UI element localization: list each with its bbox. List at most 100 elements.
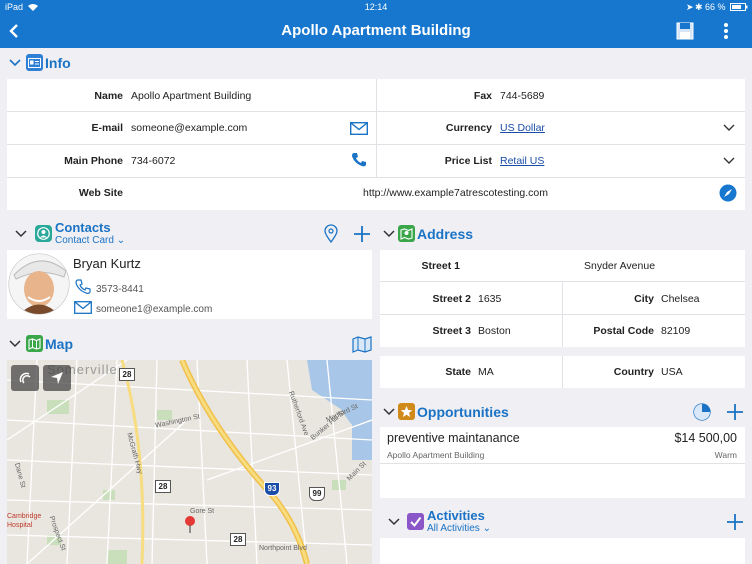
map-section-title: Map (45, 336, 73, 352)
collapse-info-icon[interactable] (8, 56, 22, 70)
compass-icon[interactable] (719, 184, 737, 202)
price-list-dropdown-chevron-icon[interactable] (723, 156, 735, 166)
address-section-title: Address (417, 226, 474, 242)
website-label: Web Site (78, 187, 123, 199)
open-map-icon[interactable] (352, 336, 372, 353)
website-value[interactable]: http://www.example7atrescotesting.com (363, 187, 548, 199)
postal-code-value[interactable]: 82109 (661, 325, 690, 337)
price-list-label: Price List (444, 155, 492, 167)
save-icon[interactable] (676, 22, 694, 40)
city-value[interactable]: Chelsea (661, 293, 700, 305)
collapse-address-icon[interactable] (382, 227, 396, 241)
avatar (8, 253, 70, 315)
street2-value[interactable]: 1635 (478, 293, 501, 305)
opportunities-section-title: Opportunities (417, 404, 509, 420)
state-value[interactable]: MA (478, 366, 494, 378)
email-value[interactable]: someone@example.com (131, 122, 247, 134)
add-contact-icon[interactable] (353, 225, 371, 243)
interstate-shield-93: 93 (264, 482, 280, 496)
list-item[interactable]: preventive maintanance $14 500,00 Apollo… (380, 427, 745, 463)
more-vertical-icon[interactable] (722, 22, 730, 40)
contact-mail-icon[interactable] (74, 301, 92, 314)
opportunities-star-icon (398, 403, 415, 420)
opportunity-title: preventive maintanance (387, 431, 520, 445)
currency-dropdown-chevron-icon[interactable] (723, 123, 735, 133)
route-shield-99: 99 (309, 487, 325, 501)
activities-section-title: Activities (427, 508, 485, 523)
street2-label: Street 2 (432, 293, 471, 305)
contact-phone-icon[interactable] (75, 279, 91, 295)
address-card-region: State MA Country USA (380, 356, 745, 388)
collapse-opportunities-icon[interactable] (382, 405, 396, 419)
collapse-activities-icon[interactable] (387, 515, 401, 529)
map-locate-button[interactable] (43, 365, 71, 391)
contact-name: Bryan Kurtz (73, 256, 141, 271)
email-label: E-mail (91, 122, 123, 134)
location-pin-icon[interactable] (184, 515, 196, 533)
street3-label: Street 3 (432, 325, 471, 337)
contact-view-label: Contact Card (55, 235, 114, 246)
map-label-cambridge-hospital: Cambridge Hospital (7, 513, 42, 529)
contacts-section-title: Contacts (55, 220, 111, 235)
map-section-icon (26, 335, 43, 352)
currency-value[interactable]: US Dollar (500, 122, 545, 134)
price-list-value[interactable]: Retail US (500, 155, 544, 167)
activities-check-icon (407, 513, 424, 530)
route-shield-28: 28 (119, 368, 135, 381)
battery-percent: 66 % (705, 2, 726, 12)
phone-icon[interactable] (351, 152, 367, 168)
currency-label: Currency (445, 122, 492, 134)
mail-icon[interactable] (350, 122, 368, 135)
contact-card[interactable]: Bryan Kurtz 3573-8441 someone1@example.c… (7, 250, 372, 319)
navigation-arrow-icon (51, 372, 63, 384)
bluetooth-icon: ✱ (695, 2, 703, 12)
name-label: Name (94, 90, 123, 102)
battery-icon (730, 3, 748, 11)
chevron-down-icon: ⌄ (482, 523, 491, 534)
page-title: Apollo Apartment Building (281, 22, 471, 39)
status-bar: iPad 12:14 ➤ ✱ 66 % (0, 0, 752, 14)
map-label-northpoint: Northpoint Blvd (259, 545, 307, 552)
tracking-icon (19, 372, 31, 384)
main-phone-value[interactable]: 734-6072 (131, 155, 175, 167)
map-view[interactable]: Somerville Washington St McGrath Hwy Rut… (7, 360, 372, 564)
state-label: State (445, 366, 471, 378)
fax-label: Fax (473, 90, 492, 102)
add-activity-icon[interactable] (726, 513, 744, 531)
postal-code-label: Postal Code (593, 325, 654, 337)
activities-list (380, 538, 745, 564)
route-shield-28-b: 28 (155, 480, 171, 493)
street3-value[interactable]: Boston (478, 325, 511, 337)
country-label: Country (613, 366, 654, 378)
add-opportunity-icon[interactable] (726, 403, 744, 421)
country-value[interactable]: USA (661, 366, 683, 378)
location-icon: ➤ (686, 2, 694, 12)
opportunity-amount: $14 500,00 (674, 431, 737, 445)
route-shield-28-c: 28 (230, 533, 246, 546)
map-heading-button[interactable] (11, 365, 39, 391)
info-card-icon (26, 54, 43, 71)
clock: 12:14 (364, 2, 388, 12)
street1-label: Street 1 (421, 260, 460, 272)
navigation-bar: Apollo Apartment Building (0, 14, 752, 48)
collapse-contacts-icon[interactable] (14, 227, 28, 241)
contact-email[interactable]: someone1@example.com (96, 304, 212, 315)
street1-value[interactable]: Snyder Avenue (584, 260, 655, 272)
name-value[interactable]: Apollo Apartment Building (131, 90, 251, 102)
info-card: Name Apollo Apartment Building Fax 744-5… (7, 79, 745, 210)
map-label-gore: Gore St (190, 508, 215, 515)
contact-view-selector[interactable]: Contact Card ⌄ (55, 235, 125, 246)
pie-chart-icon[interactable] (693, 403, 711, 421)
contacts-icon (35, 225, 52, 242)
main-phone-label: Main Phone (64, 155, 123, 167)
city-label: City (634, 293, 654, 305)
opportunity-rating: Warm (714, 450, 737, 460)
opportunity-list: preventive maintanance $14 500,00 Apollo… (380, 427, 745, 498)
map-pin-icon[interactable] (324, 224, 338, 243)
collapse-map-icon[interactable] (8, 337, 22, 351)
activities-view-label: All Activities (427, 523, 480, 534)
info-section-title: Info (45, 55, 71, 71)
fax-value[interactable]: 744-5689 (500, 90, 544, 102)
activities-view-selector[interactable]: All Activities ⌄ (427, 523, 491, 534)
contact-phone[interactable]: 3573-8441 (96, 284, 144, 295)
